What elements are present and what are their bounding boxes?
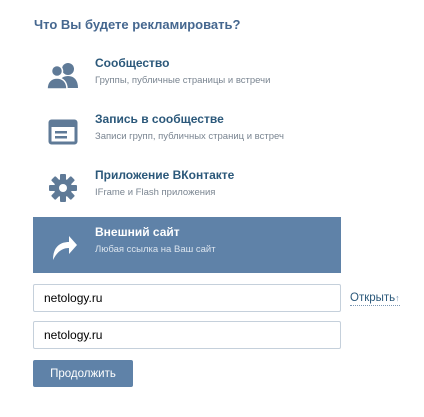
continue-button[interactable]: Продолжить [33, 360, 133, 387]
option-description: Записи групп, публичных страниц и встреч [95, 131, 284, 142]
gear-icon [45, 170, 81, 206]
external-link-arrow-icon [45, 228, 81, 264]
option-name: Приложение ВКонтакте [95, 168, 235, 182]
option-external-site[interactable]: Внешний сайт Любая ссылка на Ваш сайт [33, 217, 341, 273]
option-community[interactable]: Сообщество Группы, публичные страницы и … [33, 48, 341, 102]
post-icon [45, 114, 81, 150]
option-name: Сообщество [95, 56, 170, 70]
option-description: IFrame и Flash приложения [95, 187, 216, 198]
option-community-post[interactable]: Запись в сообществе Записи групп, публич… [33, 104, 341, 158]
option-description: Группы, публичные страницы и встречи [95, 75, 271, 86]
option-vk-app[interactable]: Приложение ВКонтакте IFrame и Flash прил… [33, 160, 341, 214]
arrow-up-icon: ↑ [395, 293, 400, 303]
community-icon [45, 58, 81, 94]
page-title: Что Вы будете рекламировать? [34, 17, 241, 32]
site-url-input[interactable] [33, 284, 341, 312]
second-url-input[interactable] [33, 321, 341, 349]
open-link-label: Открыть [350, 292, 396, 304]
option-name: Внешний сайт [95, 225, 180, 239]
option-description: Любая ссылка на Ваш сайт [95, 244, 216, 255]
option-name: Запись в сообществе [95, 112, 224, 126]
open-link[interactable]: Открыть↑ [350, 291, 400, 306]
